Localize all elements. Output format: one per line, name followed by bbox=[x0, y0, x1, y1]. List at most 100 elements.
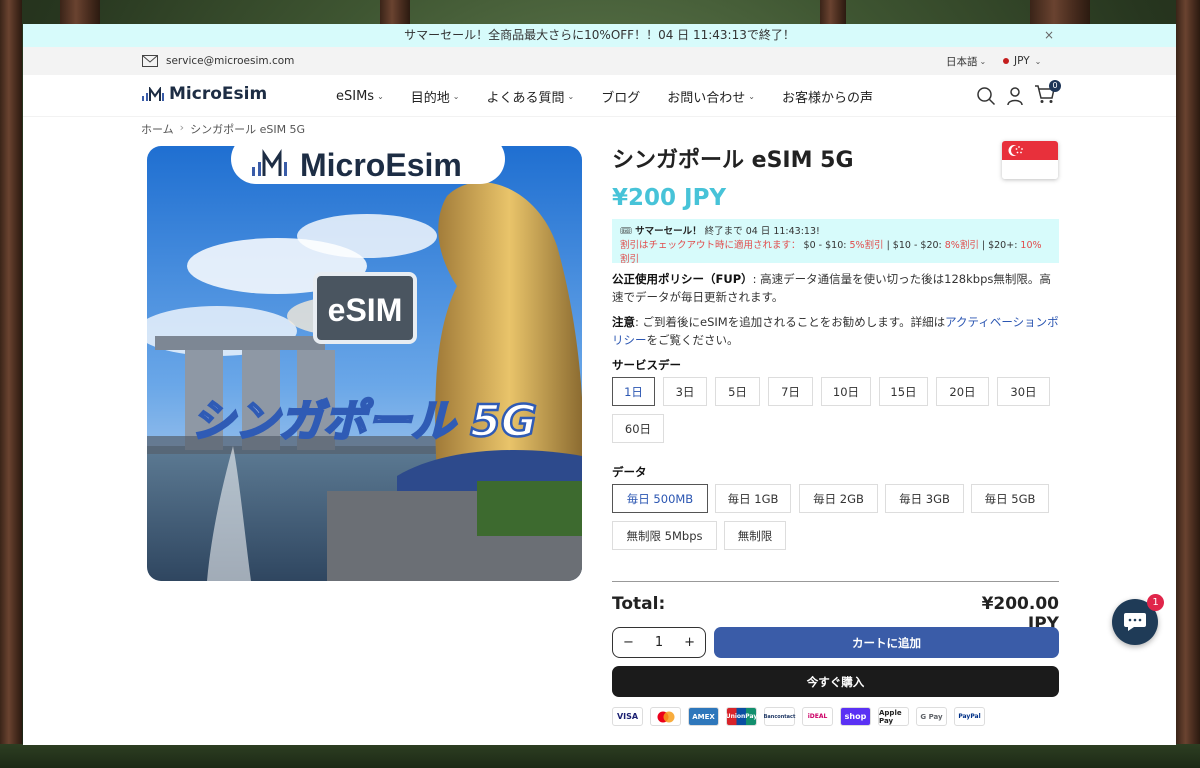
currency-label: JPY bbox=[1014, 55, 1030, 67]
nav-label: eSIMs bbox=[336, 88, 375, 104]
paypal-icon: PayPal bbox=[954, 707, 985, 726]
ticket-icon: 🎟 bbox=[620, 226, 633, 237]
language-label: 日本語 bbox=[946, 55, 978, 68]
image-logo-text: MicroEsim bbox=[300, 147, 462, 183]
amex-icon: AMEX bbox=[688, 707, 719, 726]
fup-label: 公正使用ポリシー（FUP） bbox=[612, 272, 753, 286]
mastercard-icon bbox=[650, 707, 681, 726]
sale-ends-prefix: 終了まで bbox=[704, 226, 743, 237]
day-option[interactable]: 5日 bbox=[715, 377, 760, 406]
day-option[interactable]: 15日 bbox=[879, 377, 928, 406]
sale-tier-2-value: 8%割引 bbox=[944, 240, 979, 251]
qty-value[interactable]: 1 bbox=[655, 635, 663, 650]
site-logo[interactable]: MicroEsim bbox=[142, 84, 267, 104]
sale-tier-1: $0 - $10: bbox=[803, 240, 847, 251]
language-selector[interactable]: 日本語 ⌄ bbox=[946, 47, 986, 75]
data-option[interactable]: 毎日 1GB bbox=[715, 484, 791, 513]
nav-item-faq[interactable]: よくある質問 ⌄ bbox=[487, 87, 575, 106]
data-label: データ bbox=[612, 465, 647, 479]
chevron-down-icon: ⌄ bbox=[452, 91, 460, 101]
promo-text: サマーセール！全商品最大さらに10%OFF！！04 日 11:43:13で終了！ bbox=[404, 28, 795, 42]
product-title: シンガポール eSIM 5G bbox=[612, 148, 854, 173]
sale-banner: 🎟 サマーセール！ 終了まで 04 日 11:43:13! 割引はチェックアウト… bbox=[612, 219, 1059, 265]
chevron-down-icon: ⌄ bbox=[567, 91, 575, 101]
nav-label: ブログ bbox=[601, 90, 641, 106]
day-option[interactable]: 30日 bbox=[997, 377, 1050, 406]
nav-item-reviews[interactable]: お客様からの声 bbox=[782, 87, 873, 106]
breadcrumb-separator: › bbox=[179, 121, 185, 134]
logo-text: MicroEsim bbox=[169, 84, 268, 104]
day-option[interactable]: 1日 bbox=[612, 377, 655, 406]
search-icon[interactable] bbox=[976, 86, 996, 106]
note-tail: をご覧ください。 bbox=[646, 333, 739, 347]
breadcrumb-home[interactable]: ホーム bbox=[141, 121, 174, 137]
breadcrumb: ホーム › シンガポール eSIM 5G bbox=[141, 121, 305, 137]
sale-ends-time: 04 日 11:43:13 bbox=[745, 226, 816, 237]
buy-now-button[interactable]: 今すぐ購入 bbox=[612, 666, 1059, 697]
browser-page: サマーセール！全商品最大さらに10%OFF！！04 日 11:43:13で終了！… bbox=[23, 24, 1176, 745]
qty-increase-button[interactable]: + bbox=[684, 635, 695, 650]
data-option[interactable]: 無制限 5Mbps bbox=[612, 521, 717, 550]
data-option[interactable]: 毎日 3GB bbox=[885, 484, 964, 513]
add-to-cart-button[interactable]: カートに追加 bbox=[714, 627, 1059, 658]
data-option[interactable]: 毎日 2GB bbox=[799, 484, 878, 513]
shop-pay-icon: shop bbox=[840, 707, 871, 726]
day-option[interactable]: 3日 bbox=[663, 377, 707, 406]
fup-policy: 公正使用ポリシー（FUP）: 高速データ通信量を使い切った後は128kbps無制… bbox=[612, 270, 1059, 306]
sale-tier-1-value: 5%割引 bbox=[849, 240, 884, 251]
singapore-flag-icon bbox=[1002, 141, 1058, 179]
product-image-artwork: eSIM MicroEsim シンガポール 5G bbox=[147, 146, 582, 581]
logo-mark-icon bbox=[142, 87, 164, 101]
nav-item-contact[interactable]: お問い合わせ ⌄ bbox=[667, 87, 755, 106]
nav-item-blog[interactable]: ブログ bbox=[601, 87, 640, 106]
header-icons: 0 bbox=[976, 80, 1061, 108]
day-option[interactable]: 60日 bbox=[612, 414, 664, 443]
currency-selector[interactable]: JPY ⌄ bbox=[1003, 47, 1041, 75]
nav-item-destinations[interactable]: 目的地 ⌄ bbox=[411, 87, 460, 106]
unionpay-icon: UnionPay bbox=[726, 707, 757, 726]
nav-label: お問い合わせ bbox=[667, 90, 746, 106]
sale-ends-suffix: ! bbox=[815, 226, 820, 237]
day-option[interactable]: 20日 bbox=[936, 377, 989, 406]
note-label: 注意 bbox=[612, 315, 635, 329]
nav-label: よくある質問 bbox=[486, 90, 565, 106]
esim-badge-text: eSIM bbox=[328, 292, 403, 328]
product-price: ¥200 JPY bbox=[612, 185, 727, 211]
sale-tier-3: | $20+: bbox=[981, 240, 1018, 251]
qty-decrease-button[interactable]: − bbox=[623, 635, 634, 650]
sale-tier-2: | $10 - $20: bbox=[886, 240, 942, 251]
email-text: service@microesim.com bbox=[166, 55, 295, 67]
chevron-down-icon: ⌄ bbox=[377, 91, 384, 101]
chevron-down-icon: ⌄ bbox=[1034, 56, 1042, 66]
activation-note: 注意: ご到着後にeSIMを追加されることをお勧めします。詳細はアクティベーショ… bbox=[612, 313, 1059, 349]
note-text: : ご到着後にeSIMを追加されることをお勧めします。詳細は bbox=[635, 315, 946, 329]
nav-menu: eSIMs ⌄ 目的地 ⌄ よくある質問 ⌄ ブログ お問い合わせ ⌄ お客様からの声 bbox=[336, 75, 900, 117]
chevron-down-icon: ⌄ bbox=[748, 91, 755, 101]
ideal-icon: iDEAL bbox=[802, 707, 833, 726]
data-option[interactable]: 無制限 bbox=[724, 521, 786, 550]
bancontact-icon: Bancontact bbox=[764, 707, 795, 726]
day-option[interactable]: 10日 bbox=[821, 377, 871, 406]
account-icon[interactable] bbox=[1006, 86, 1024, 106]
nav-item-esims[interactable]: eSIMs ⌄ bbox=[336, 89, 384, 104]
data-option[interactable]: 毎日 500MB bbox=[612, 484, 708, 513]
days-label: サービスデー bbox=[612, 358, 681, 372]
payment-methods: VISA AMEX UnionPay Bancontact iDEAL shop… bbox=[612, 707, 985, 726]
cart-count-badge: 0 bbox=[1049, 80, 1061, 92]
data-option[interactable]: 毎日 5GB bbox=[971, 484, 1049, 513]
image-caption-text: シンガポール 5G bbox=[191, 396, 537, 447]
mail-icon bbox=[142, 55, 158, 67]
promo-close-button[interactable]: × bbox=[1044, 24, 1054, 47]
chevron-down-icon: ⌄ bbox=[979, 56, 987, 66]
top-bar: service@microesim.com 日本語 ⌄ JPY ⌄ bbox=[23, 47, 1176, 75]
sale-title: サマーセール！ bbox=[635, 226, 702, 237]
email-link[interactable]: service@microesim.com bbox=[142, 47, 294, 75]
visa-icon: VISA bbox=[612, 707, 643, 726]
product-image[interactable]: eSIM MicroEsim シンガポール 5G bbox=[147, 146, 582, 581]
main-nav: MicroEsim eSIMs ⌄ 目的地 ⌄ よくある質問 ⌄ ブログ お問い合わせ… bbox=[23, 75, 1176, 117]
cart-button[interactable]: 0 bbox=[1034, 80, 1061, 108]
nav-label: 目的地 bbox=[410, 90, 450, 106]
day-option[interactable]: 7日 bbox=[768, 377, 813, 406]
promo-bar: サマーセール！全商品最大さらに10%OFF！！04 日 11:43:13で終了！… bbox=[23, 24, 1176, 47]
divider bbox=[612, 581, 1059, 582]
